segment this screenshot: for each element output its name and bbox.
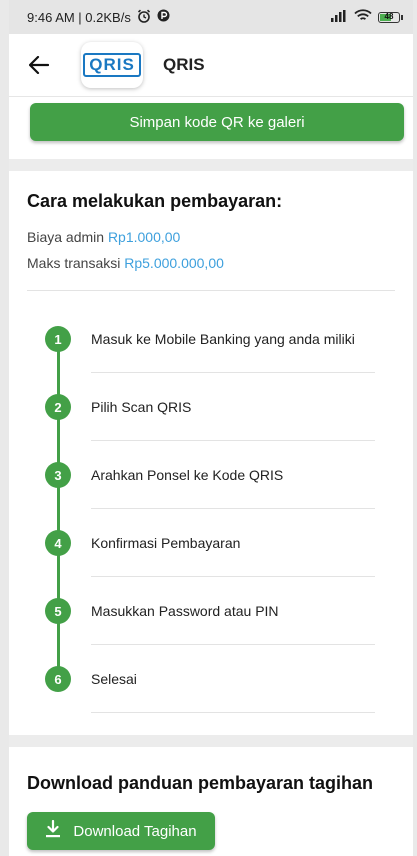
max-transaction-row: Maks transaksi Rp5.000.000,00 [27, 250, 395, 276]
admin-fee-value: Rp1.000,00 [107, 229, 181, 245]
signal-icon [330, 9, 348, 25]
battery-icon: 48 [378, 11, 403, 23]
back-arrow-icon[interactable] [23, 49, 55, 81]
step-label: Masukkan Password atau PIN [91, 577, 375, 645]
alarm-icon [137, 9, 151, 26]
save-section: Simpan kode QR ke galeri [9, 97, 413, 159]
step-number: 1 [45, 326, 71, 352]
wifi-icon [354, 9, 372, 25]
max-transaction-label: Maks transaksi [27, 255, 121, 271]
step-label: Konfirmasi Pembayaran [91, 509, 375, 577]
step-number: 6 [45, 666, 71, 692]
step-item: 3 Arahkan Ponsel ke Kode QRIS [27, 441, 395, 509]
step-number: 3 [45, 462, 71, 488]
section-gap [9, 735, 413, 747]
download-icon [45, 819, 61, 842]
app-bar: QRIS QRIS [9, 34, 413, 97]
step-number: 4 [45, 530, 71, 556]
download-section: Download panduan pembayaran tagihan Down… [9, 747, 413, 850]
payment-section: Cara melakukan pembayaran: Biaya admin R… [9, 171, 413, 713]
download-heading: Download panduan pembayaran tagihan [27, 773, 374, 793]
admin-fee-label: Biaya admin [27, 229, 105, 245]
max-transaction-value: Rp5.000.000,00 [124, 255, 224, 271]
admin-fee-row: Biaya admin Rp1.000,00 [27, 224, 395, 250]
download-bill-button[interactable]: Download Tagihan [27, 812, 215, 850]
battery-level: 48 [384, 11, 394, 21]
step-item: 6 Selesai [27, 645, 395, 713]
step-item: 2 Pilih Scan QRIS [27, 373, 395, 441]
qris-logo-text: QRIS [83, 53, 141, 77]
step-item: 5 Masukkan Password atau PIN [27, 577, 395, 645]
qris-logo: QRIS [81, 42, 143, 88]
step-item: 4 Konfirmasi Pembayaran [27, 509, 395, 577]
phone-screen: 9:46 AM | 0.2KB/s 48 QRIS QRIS Simpan ko… [9, 0, 413, 856]
step-label: Masuk ke Mobile Banking yang anda miliki [91, 305, 375, 373]
step-label: Selesai [91, 645, 375, 713]
section-gap [9, 159, 413, 171]
step-item: 1 Masuk ke Mobile Banking yang anda mili… [27, 305, 395, 373]
download-button-label: Download Tagihan [73, 822, 197, 840]
payment-heading: Cara melakukan pembayaran: [27, 191, 283, 211]
step-label: Arahkan Ponsel ke Kode QRIS [91, 441, 375, 509]
app-status-icon [157, 9, 170, 25]
save-qr-button[interactable]: Simpan kode QR ke galeri [30, 103, 404, 141]
status-time: 9:46 AM | 0.2KB/s [27, 9, 131, 25]
status-bar: 9:46 AM | 0.2KB/s 48 [9, 0, 413, 34]
step-number: 5 [45, 598, 71, 624]
payment-steps: 1 Masuk ke Mobile Banking yang anda mili… [27, 291, 395, 713]
step-label: Pilih Scan QRIS [91, 373, 375, 441]
step-number: 2 [45, 394, 71, 420]
page-title: QRIS [163, 55, 205, 74]
